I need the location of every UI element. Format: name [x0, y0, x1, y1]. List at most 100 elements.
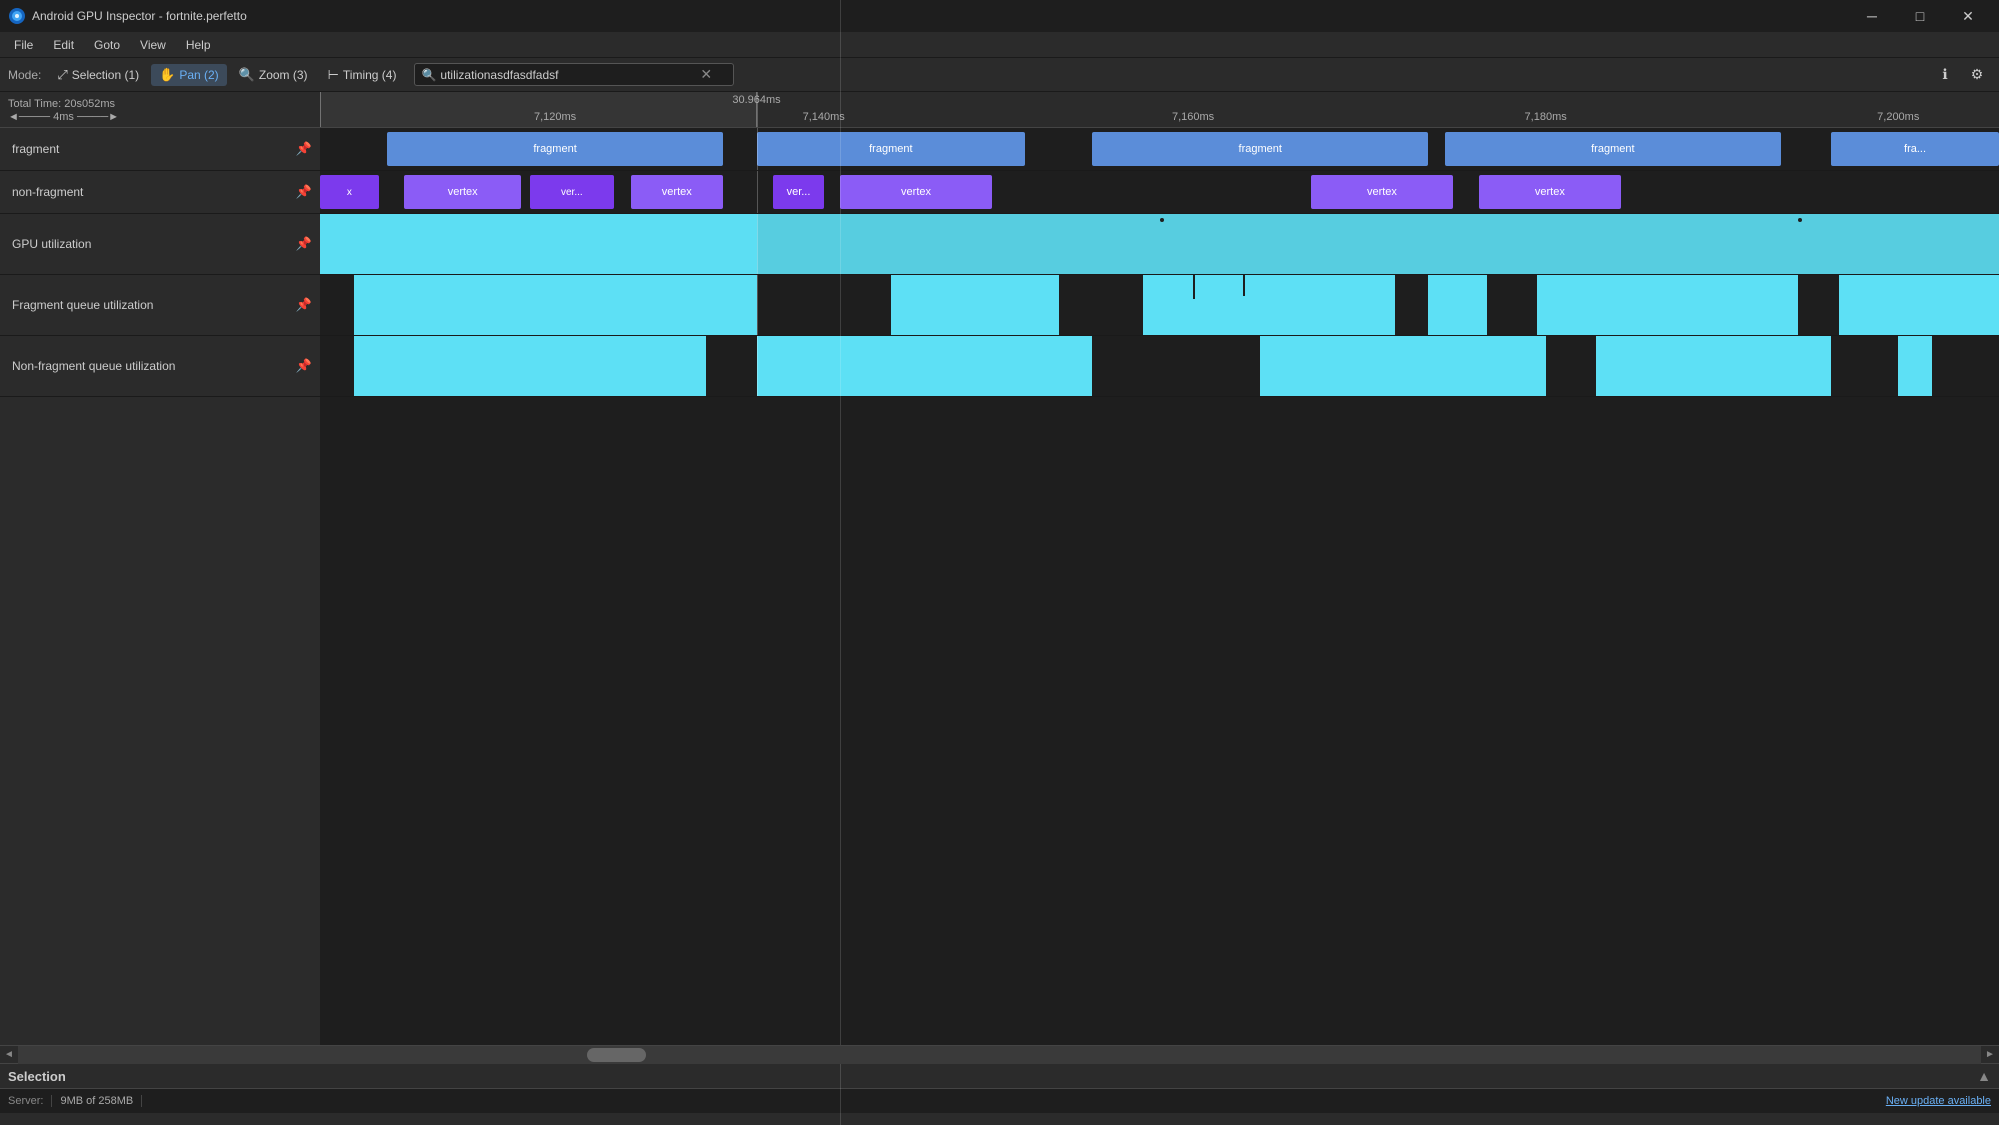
zoom-icon: 🔍 [239, 67, 255, 83]
fq-gap-2 [1059, 275, 1143, 335]
fq-notch-2 [1193, 275, 1195, 299]
scrollbar: ◄ ► [0, 1045, 1999, 1063]
fq-section-3 [1143, 275, 1395, 335]
vertex-block-0[interactable]: x [320, 175, 379, 209]
time-tick-3: 7,180ms [1525, 111, 1567, 127]
pan-icon: ✋ [159, 67, 175, 83]
maximize-button[interactable]: □ [1897, 0, 1943, 32]
non-fragment-pin-icon[interactable]: 📌 [296, 184, 312, 200]
search-icon: 🔍 [421, 68, 436, 82]
vertex-block-4[interactable]: ver... [773, 175, 823, 209]
fq-section-5 [1537, 275, 1797, 335]
fragment-pin-icon[interactable]: 📌 [296, 141, 312, 157]
fq-section-2 [891, 275, 1059, 335]
scroll-thumb[interactable] [587, 1048, 646, 1062]
vertex-block-2[interactable]: ver... [530, 175, 614, 209]
vertex-block-6[interactable]: vertex [1311, 175, 1454, 209]
fragment-block-1[interactable]: fragment [387, 132, 723, 166]
menu-edit[interactable]: Edit [43, 35, 84, 55]
mode-zoom-label: Zoom (3) [259, 68, 308, 82]
fq-gap-1 [757, 275, 891, 335]
mode-zoom-button[interactable]: 🔍 Zoom (3) [231, 64, 316, 86]
info-button[interactable]: ℹ [1931, 61, 1959, 89]
frag-queue-pin-icon[interactable]: 📌 [296, 297, 312, 313]
nfq-section-4 [1596, 336, 1831, 396]
time-info: Total Time: 20s052ms ◄──── 4ms ────► [0, 96, 320, 127]
gpu-util-dot [1160, 218, 1164, 222]
nfq-gap-1 [706, 336, 756, 396]
fragment-block-5[interactable]: fra... [1831, 132, 1999, 166]
gpu-util-track-label: GPU utilization 📌 [0, 214, 320, 274]
vertex-block-3[interactable]: vertex [631, 175, 723, 209]
timeline-area: Total Time: 20s052ms ◄──── 4ms ────► 30.… [0, 92, 1999, 1045]
mode-selection-label: Selection (1) [72, 68, 139, 82]
time-tick-2: 7,160ms [1172, 111, 1214, 127]
time-axis: Total Time: 20s052ms ◄──── 4ms ────► 30.… [0, 92, 1999, 128]
mode-timing-label: Timing (4) [343, 68, 397, 82]
menu-file[interactable]: File [4, 35, 43, 55]
nonfrag-queue-pin-icon[interactable]: 📌 [296, 358, 312, 374]
menu-goto[interactable]: Goto [84, 35, 130, 55]
scroll-track[interactable] [18, 1046, 1981, 1064]
non-fragment-track-row: non-fragment 📌 x vertex ver... vertex ve… [0, 171, 1999, 214]
fragment-track-row: fragment 📌 fragment fragment fragment fr… [0, 128, 1999, 171]
selection-title: Selection [8, 1069, 66, 1084]
fragment-track-label: fragment 📌 [0, 128, 320, 170]
time-tick-4: 7,200ms [1877, 111, 1919, 127]
scroll-left-button[interactable]: ◄ [0, 1046, 18, 1064]
vertex-block-5[interactable]: vertex [840, 175, 991, 209]
scroll-right-button[interactable]: ► [1981, 1046, 1999, 1064]
collapse-button[interactable]: ▲ [1977, 1068, 1991, 1084]
window-title: Android GPU Inspector - fortnite.perfett… [32, 9, 1849, 23]
vertex-block-1[interactable]: vertex [404, 175, 522, 209]
update-link[interactable]: New update available [1886, 1095, 1991, 1107]
fq-section-6 [1839, 275, 1999, 335]
gpu-util-pin-icon[interactable]: 📌 [296, 236, 312, 252]
nfq-gap-4 [1831, 336, 1898, 396]
menu-view[interactable]: View [130, 35, 176, 55]
scale-label: ◄──── 4ms ────► [8, 111, 312, 123]
gpu-util-track-content[interactable] [320, 214, 1999, 274]
fq-section-4 [1428, 275, 1487, 335]
gpu-util-track-row: GPU utilization 📌 [0, 214, 1999, 275]
time-tick-0: 7,120ms [534, 111, 576, 127]
empty-area [0, 397, 1999, 1045]
server-bar: Server: 9MB of 258MB New update availabl… [0, 1089, 1999, 1113]
frag-queue-track-row: Fragment queue utilization 📌 [0, 275, 1999, 336]
mode-pan-label: Pan (2) [179, 68, 218, 82]
search-input[interactable] [440, 68, 700, 82]
selection-header: Selection ▲ [0, 1064, 1999, 1089]
search-clear-button[interactable]: ✕ [700, 66, 712, 83]
window-controls: ─ □ ✕ [1849, 0, 1991, 32]
fragment-block-2[interactable]: fragment [757, 132, 1026, 166]
frag-queue-track-label: Fragment queue utilization 📌 [0, 275, 320, 335]
gpu-util-dot-2 [1798, 218, 1802, 222]
title-bar: Android GPU Inspector - fortnite.perfett… [0, 0, 1999, 32]
vertex-block-7[interactable]: vertex [1479, 175, 1622, 209]
nfq-section-1 [354, 336, 707, 396]
empty-label-col [0, 397, 320, 1045]
fragment-track-content[interactable]: fragment fragment fragment fragment fra.… [320, 128, 1999, 170]
close-button[interactable]: ✕ [1945, 0, 1991, 32]
frag-queue-track-content[interactable] [320, 275, 1999, 335]
nonfrag-queue-track-row: Non-fragment queue utilization 📌 [0, 336, 1999, 397]
fragment-block-4[interactable]: fragment [1445, 132, 1781, 166]
settings-button[interactable]: ⚙ [1963, 61, 1991, 89]
mode-selection-button[interactable]: ⤢ Selection (1) [49, 64, 147, 86]
minimize-button[interactable]: ─ [1849, 0, 1895, 32]
nfq-gap-2 [1092, 336, 1260, 396]
nfq-gap-3 [1546, 336, 1596, 396]
fragment-block-3[interactable]: fragment [1092, 132, 1428, 166]
non-fragment-track-content[interactable]: x vertex ver... vertex ver... vertex ver… [320, 171, 1999, 213]
menu-help[interactable]: Help [176, 35, 221, 55]
mode-pan-button[interactable]: ✋ Pan (2) [151, 64, 227, 86]
mode-timing-button[interactable]: ⊢ Timing (4) [320, 64, 405, 86]
server-label: Server: [8, 1095, 43, 1107]
nfq-section-2 [757, 336, 1093, 396]
search-container: 🔍 ✕ [414, 63, 734, 86]
bottom-panel: Selection ▲ Server: 9MB of 258MB New upd… [0, 1063, 1999, 1113]
nfq-section-5 [1898, 336, 1932, 396]
empty-content [320, 397, 1999, 1045]
time-tick-1: 7,140ms [803, 111, 845, 127]
nonfrag-queue-track-content[interactable] [320, 336, 1999, 396]
